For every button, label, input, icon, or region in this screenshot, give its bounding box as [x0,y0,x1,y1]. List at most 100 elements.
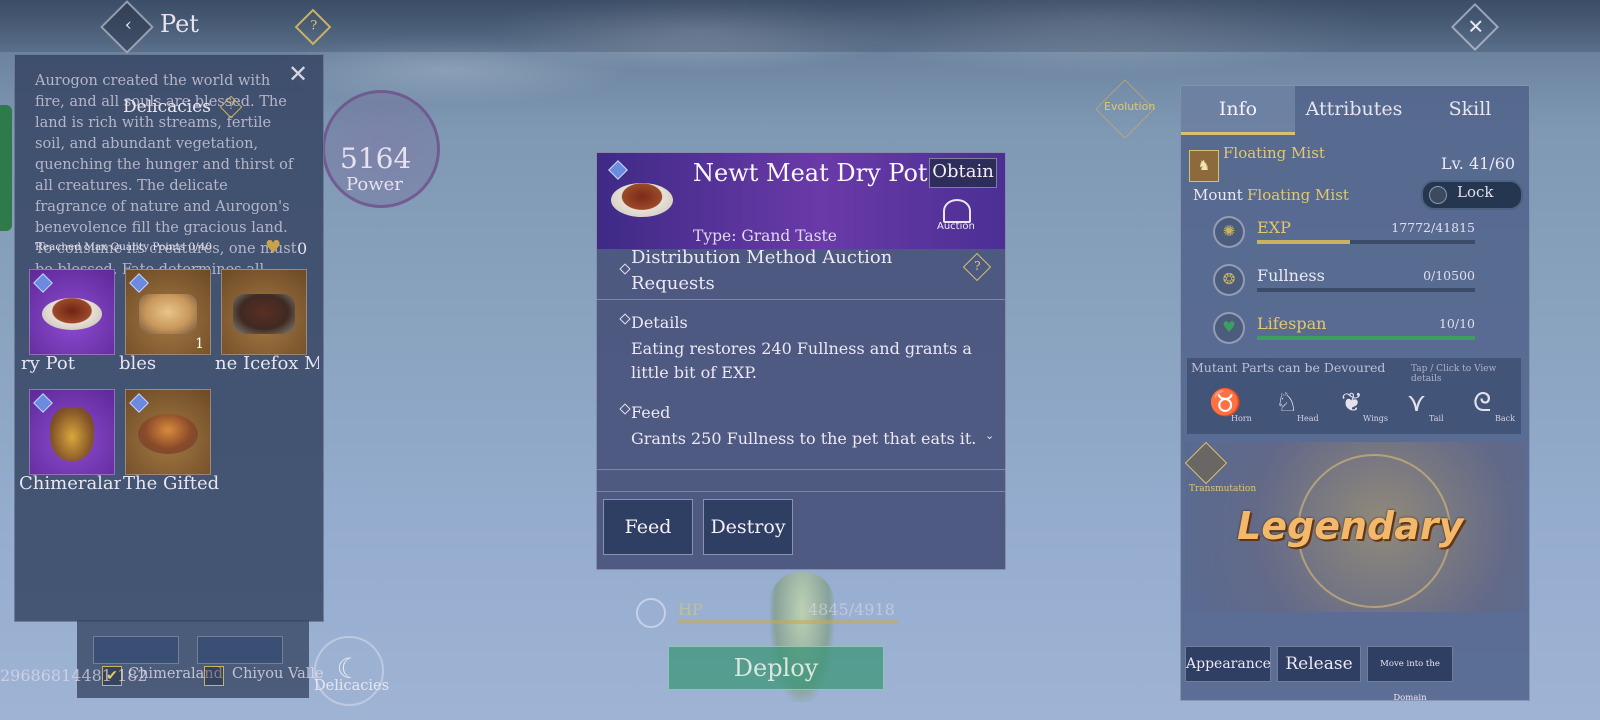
id-code: 29686814481 182 [0,666,148,685]
appearance-button[interactable]: Appearance [1185,646,1271,682]
hp-value: 4845/4918 [808,600,895,619]
region-thumbnail[interactable] [93,636,179,664]
hp-drop-icon [636,598,666,628]
distribution-method: Distribution Method Auction Requests [631,247,893,294]
deploy-button[interactable]: Deploy [668,646,884,690]
stat-value: 0/10500 [1423,268,1475,283]
stat-value: 10/10 [1438,316,1475,331]
heart-icon-glyph: ♥ [1222,318,1236,336]
details-body: Eating restores 240 Fullness and grants … [631,339,972,382]
item-slot[interactable] [221,269,307,355]
destroy-button[interactable]: Destroy [703,499,793,555]
transmutation-icon[interactable] [1184,441,1228,485]
delicacies-button[interactable]: ☾ [314,636,384,706]
tab-attributes[interactable]: Attributes [1297,86,1411,132]
hp-label: HP [678,600,703,619]
evolution-label: Evolution [1104,100,1156,113]
obtain-button[interactable]: Obtain [929,158,997,188]
item-header: Newt Meat Dry Pot Obtain Auction Type: G… [597,153,1005,249]
max-quality-text: Reached Max Quality Points 0/40 [35,241,213,253]
part-label: Tail [1429,414,1444,423]
stat-label: EXP [1257,218,1291,237]
tab-skill[interactable]: Skill [1413,86,1527,132]
item-slot[interactable] [125,389,211,475]
close-icon: ✕ [1467,14,1485,39]
region-checkbox[interactable] [204,666,224,686]
lock-toggle[interactable]: Lock [1421,180,1523,210]
heart-icon: ♥ [1213,312,1245,344]
item-label: ry Pot [21,353,75,374]
feed-body: Grants 250 Fullness to the pet that eats… [631,429,977,448]
divider [597,299,1005,300]
hp-bar [678,620,898,624]
heart-icon: ♥ [265,237,282,258]
distribution-help-button[interactable]: ? [962,252,992,282]
fullness-icon: ❂ [1213,264,1245,296]
mutant-parts-box[interactable]: Mutant Parts can be Devoured Tap / Click… [1187,358,1521,434]
stew-pot-icon [50,406,94,461]
tab-info[interactable]: Info [1181,86,1295,135]
stat-bar [1257,288,1475,292]
exp-icon: ✺ [1213,216,1245,248]
dry-pot-icon [42,297,102,330]
rarity-gem-icon [33,393,53,413]
pet-badge: ♞ [1189,150,1219,182]
region-thumbnail[interactable] [197,636,283,664]
part-label: Horn [1231,414,1252,423]
bowl-dish-icon [138,413,198,454]
tail-icon[interactable]: ⋎ Tail [1407,388,1447,424]
dry-pot-icon [611,183,673,217]
stat-bar-fill [1257,240,1350,244]
mutant-hint: Tap / Click to View details [1411,364,1497,384]
rarity-text: Legendary [1237,504,1464,548]
top-bar [0,0,1600,52]
rarity-display: Legendary Transmutation [1184,441,1525,612]
back-icon[interactable]: ᘓ Back [1473,388,1515,424]
question-icon: ? [974,259,981,274]
item-label: The Gifted [123,473,220,494]
item-detail-dialog: Newt Meat Dry Pot Obtain Auction Type: G… [596,152,1006,570]
part-label: Head [1297,414,1319,423]
panel-close-icon[interactable]: ✕ [285,61,311,87]
delicacies-button-label: Delicacies [314,678,390,694]
part-label: Wings [1363,414,1389,423]
bullet-icon [619,403,631,415]
stat-bar [1257,240,1475,244]
release-button[interactable]: Release [1277,646,1361,682]
item-slot[interactable]: 1 [125,269,211,355]
exp-icon-glyph: ✺ [1222,222,1236,240]
divider [597,491,1005,492]
horn-icon[interactable]: ♉ Horn [1209,388,1252,424]
quality-points: 0 [297,239,308,258]
wings-icon[interactable]: ❦ Wings [1341,388,1388,424]
noodles-icon [139,293,197,334]
power-value: 5164 [340,142,412,175]
item-type: Type: Grand Taste [693,227,837,245]
panel-title: Delicacies [123,97,211,117]
auction-icon[interactable] [943,199,971,223]
item-slot[interactable] [29,269,115,355]
item-label: ne Icefox M [215,353,319,374]
move-domain-button[interactable]: Move into the Domain [1367,646,1453,703]
item-title: Newt Meat Dry Pot [693,159,928,187]
rarity-gem-icon [129,273,149,293]
part-label: Back [1495,414,1515,423]
fullness-icon-glyph: ❂ [1222,270,1236,288]
icefox-meat-icon [233,293,295,334]
region-label: Chiyou Valle [232,666,324,682]
head-icon[interactable]: ♘ Head [1275,388,1319,424]
stat-bar-fill [1257,336,1475,340]
item-count: 1 [195,336,204,352]
region-tray [77,620,309,698]
feed-button[interactable]: Feed [603,499,693,555]
item-label: Chimeralar [19,473,121,494]
power-label: Power [346,174,403,195]
details-header: Details [631,313,688,332]
scroll-down-icon[interactable]: ⌄ [985,429,994,442]
rarity-gem-icon [33,273,53,293]
side-tab[interactable] [0,105,12,231]
stat-label: Lifespan [1257,314,1327,333]
pet-info-panel: Info Attributes Skill ♞ Floating Mist Lv… [1180,85,1530,703]
item-slot[interactable] [29,389,115,475]
auction-label: Auction [937,221,975,232]
